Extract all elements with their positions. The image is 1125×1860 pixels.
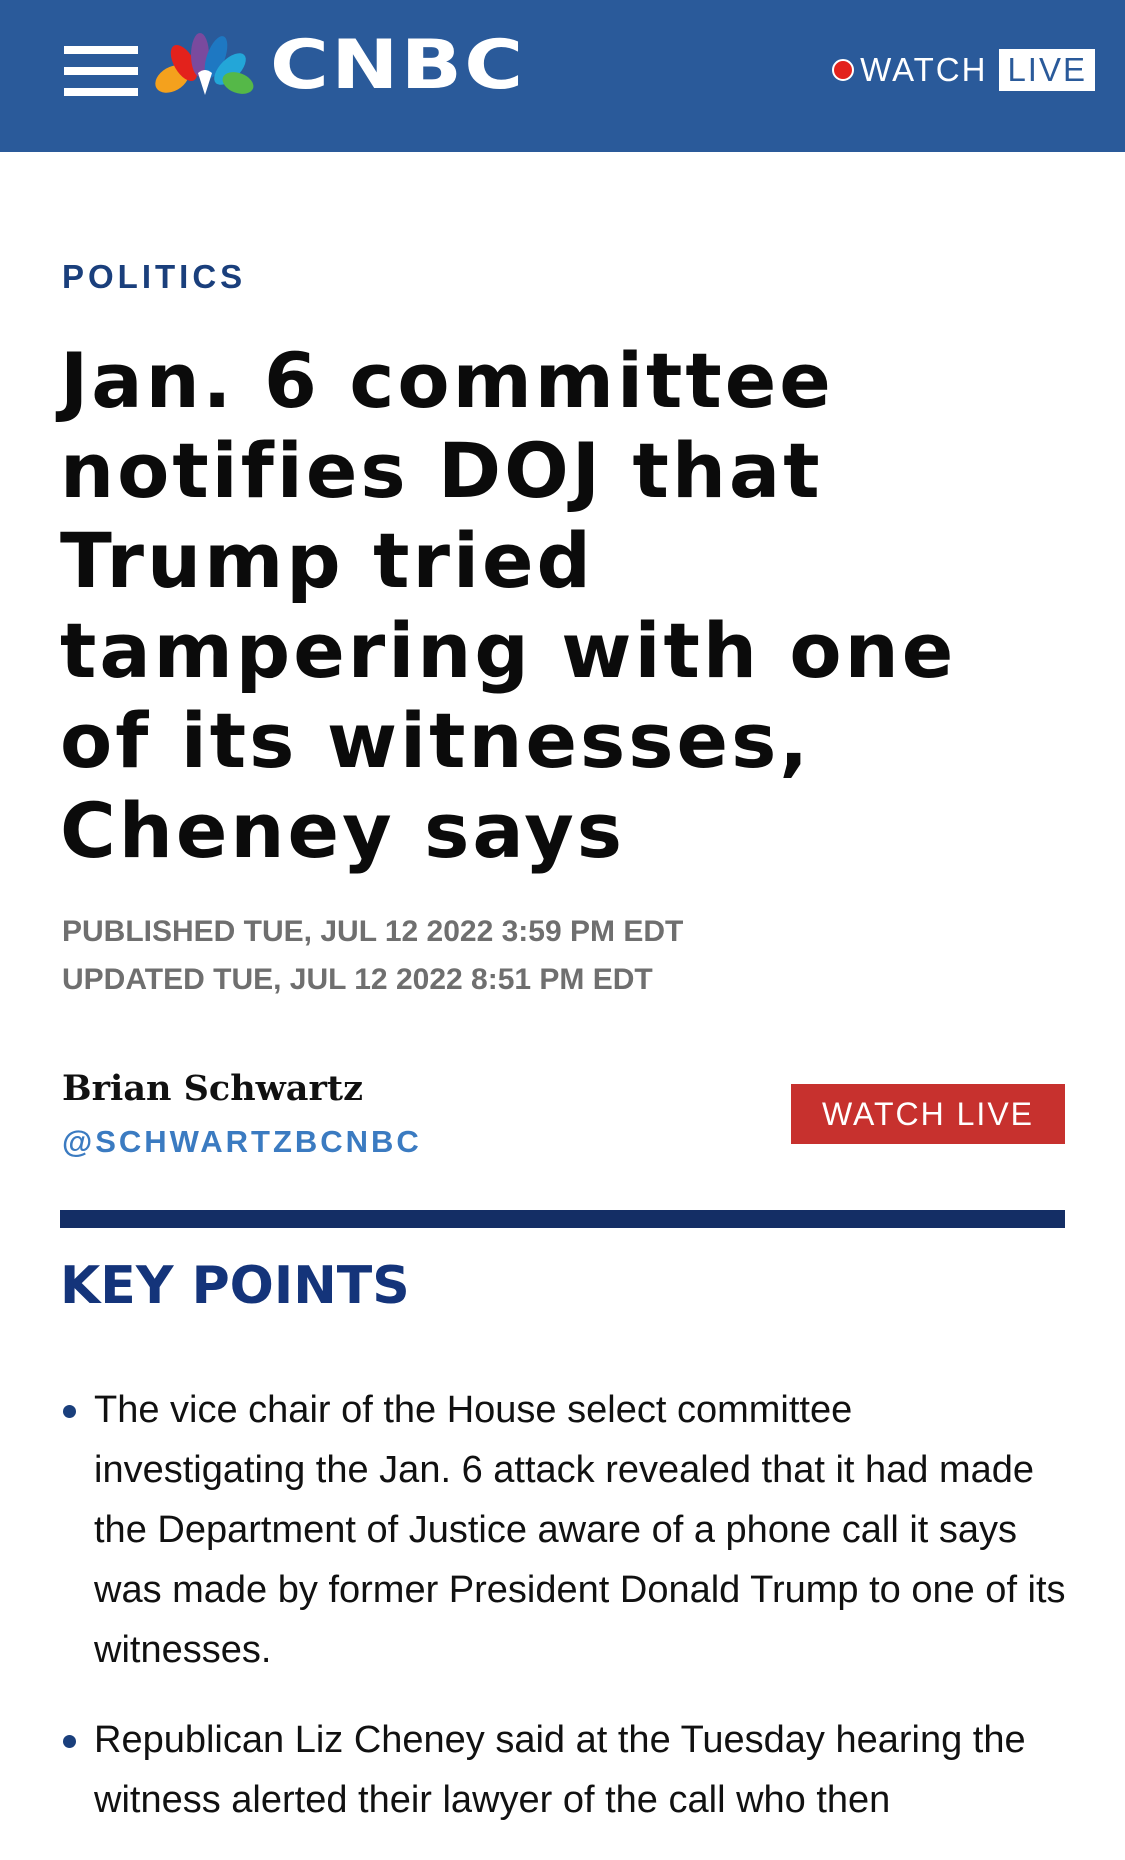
timestamps: PUBLISHED TUE, JUL 12 2022 3:59 PM EDT U… bbox=[62, 908, 683, 1004]
brand-wordmark: CNBC bbox=[270, 26, 526, 105]
hamburger-menu-icon[interactable] bbox=[64, 46, 138, 96]
live-label: LIVE bbox=[999, 49, 1095, 91]
watch-label: WATCH bbox=[860, 51, 988, 88]
author-name[interactable]: Brian Schwartz bbox=[62, 1068, 363, 1109]
bullet-icon bbox=[63, 1735, 76, 1748]
live-dot-icon bbox=[832, 59, 855, 81]
section-label[interactable]: POLITICS bbox=[62, 258, 246, 296]
key-points-divider bbox=[60, 1210, 1065, 1228]
author-handle[interactable]: @SCHWARTZBCNBC bbox=[62, 1124, 422, 1160]
key-point-text: The vice chair of the House select commi… bbox=[94, 1389, 1066, 1671]
key-point-item: The vice chair of the House select commi… bbox=[60, 1380, 1070, 1680]
key-point-text: Republican Liz Cheney said at the Tuesda… bbox=[94, 1719, 1026, 1821]
peacock-logo-icon bbox=[155, 32, 254, 95]
watch-live-button[interactable]: WATCH LIVE bbox=[791, 1084, 1065, 1144]
key-points-heading: KEY POINTS bbox=[60, 1256, 410, 1316]
watch-live-header-link[interactable]: WATCH LIVE bbox=[832, 49, 1095, 91]
top-navigation-bar: CNBC WATCH LIVE bbox=[0, 0, 1125, 152]
article-headline: Jan. 6 committee notifies DOJ that Trump… bbox=[60, 336, 957, 875]
cnbc-logo[interactable]: CNBC bbox=[150, 26, 523, 105]
published-time: PUBLISHED TUE, JUL 12 2022 3:59 PM EDT bbox=[62, 915, 684, 948]
key-point-item: Republican Liz Cheney said at the Tuesda… bbox=[60, 1710, 1070, 1830]
key-points-list: The vice chair of the House select commi… bbox=[60, 1380, 1070, 1860]
bullet-icon bbox=[63, 1405, 76, 1418]
updated-time: UPDATED TUE, JUL 12 2022 8:51 PM EDT bbox=[62, 963, 653, 996]
